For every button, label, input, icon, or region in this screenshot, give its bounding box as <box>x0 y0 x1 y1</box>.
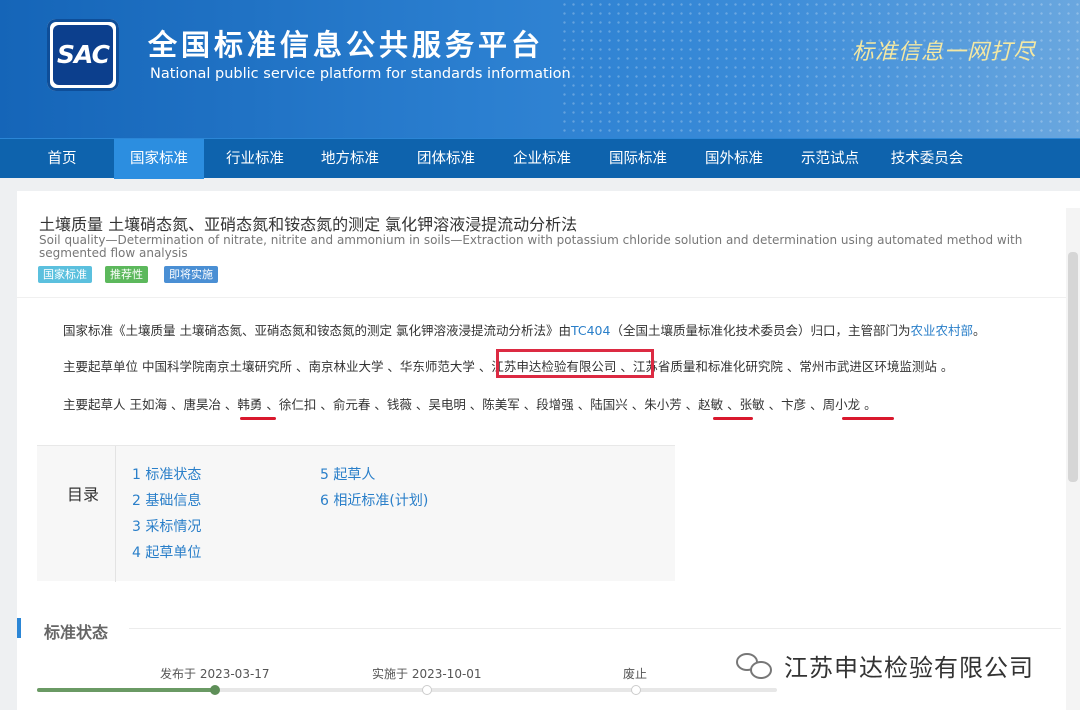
standard-title-en: Soil quality—Determination of nitrate, n… <box>39 233 1023 260</box>
toc-item-basic-info[interactable]: 2 基础信息 <box>132 490 201 510</box>
sac-logo[interactable]: SAC <box>47 19 119 91</box>
toc-item-drafting-units[interactable]: 4 起草单位 <box>132 542 201 562</box>
underline-mark <box>842 417 894 420</box>
header-pattern <box>560 0 1080 138</box>
nav-local-standards[interactable]: 地方标准 <box>305 139 395 179</box>
logo-text: SAC <box>53 25 113 85</box>
toc-item-drafters[interactable]: 5 起草人 <box>320 464 375 484</box>
toc-label: 目录 <box>67 485 100 504</box>
standard-detail-card: 土壤质量 土壤硝态氮、亚硝态氮和铵态氮的测定 氯化钾溶液浸提流动分析法 Soil… <box>17 191 1080 710</box>
underline-mark <box>240 417 276 420</box>
summary-line-drafters: 主要起草人 王如海 、唐昊冶 、韩勇 、徐仁扣 、俞元春 、钱薇 、吴电明 、陈… <box>63 397 877 412</box>
tc404-link[interactable]: TC404 <box>571 323 611 338</box>
highlight-box <box>496 349 654 378</box>
section-divider <box>129 628 1061 629</box>
toc-item-status[interactable]: 1 标准状态 <box>132 464 201 484</box>
wechat-watermark: 江苏申达检验有限公司 <box>736 648 1034 683</box>
milestone-label-effective: 实施于 2023-10-01 <box>372 667 482 681</box>
underline-mark <box>713 417 753 420</box>
milestone-node-abolished <box>631 685 641 695</box>
badge-upcoming: 即将实施 <box>164 266 218 283</box>
nav-demonstration-pilots[interactable]: 示范试点 <box>785 139 875 179</box>
site-header: SAC 全国标准信息公共服务平台 National public service… <box>0 0 1080 138</box>
header-slogan: 标准信息一网打尽 <box>852 40 1037 65</box>
ministry-link[interactable]: 农业农村部 <box>910 323 973 338</box>
milestone-node-effective <box>422 685 432 695</box>
nav-foreign-standards[interactable]: 国外标准 <box>689 139 779 179</box>
toc-separator <box>115 446 116 582</box>
timeline-progress <box>37 688 215 692</box>
divider <box>17 297 1080 298</box>
nav-home[interactable]: 首页 <box>28 139 96 179</box>
watermark-text: 江苏申达检验有限公司 <box>784 654 1034 682</box>
badge-national-standard: 国家标准 <box>38 266 92 283</box>
toc-item-adoption[interactable]: 3 采标情况 <box>132 516 201 536</box>
nav-international-standards[interactable]: 国际标准 <box>593 139 683 179</box>
summary-line-committee: 国家标准《土壤质量 土壤硝态氮、亚硝态氮和铵态氮的测定 氯化钾溶液浸提流动分析法… <box>63 323 986 338</box>
site-title: 全国标准信息公共服务平台 <box>148 28 545 62</box>
wechat-icon <box>736 651 776 681</box>
nav-national-standards[interactable]: 国家标准 <box>114 139 204 179</box>
nav-enterprise-standards[interactable]: 企业标准 <box>497 139 587 179</box>
standard-title-cn: 土壤质量 土壤硝态氮、亚硝态氮和铵态氮的测定 氯化钾溶液浸提流动分析法 <box>39 215 578 234</box>
table-of-contents: 目录 1 标准状态 2 基础信息 3 采标情况 4 起草单位 5 起草人 6 相… <box>37 445 675 582</box>
milestone-label-published: 发布于 2023-03-17 <box>160 667 270 681</box>
section-accent-bar <box>17 618 21 638</box>
nav-technical-committees[interactable]: 技术委员会 <box>880 139 974 179</box>
nav-industry-standards[interactable]: 行业标准 <box>210 139 300 179</box>
toc-item-similar-standards[interactable]: 6 相近标准(计划) <box>320 490 428 510</box>
milestone-label-abolished: 废止 <box>623 667 648 681</box>
badge-recommended: 推荐性 <box>105 266 148 283</box>
milestone-node-published <box>210 685 220 695</box>
nav-group-standards[interactable]: 团体标准 <box>401 139 491 179</box>
site-subtitle: National public service platform for sta… <box>150 66 571 82</box>
scrollbar-thumb[interactable] <box>1068 252 1078 482</box>
main-nav: 首页 国家标准 行业标准 地方标准 团体标准 企业标准 国际标准 国外标准 示范… <box>0 138 1080 179</box>
page-scrollbar[interactable] <box>1066 208 1080 710</box>
section-title-status: 标准状态 <box>44 623 109 642</box>
